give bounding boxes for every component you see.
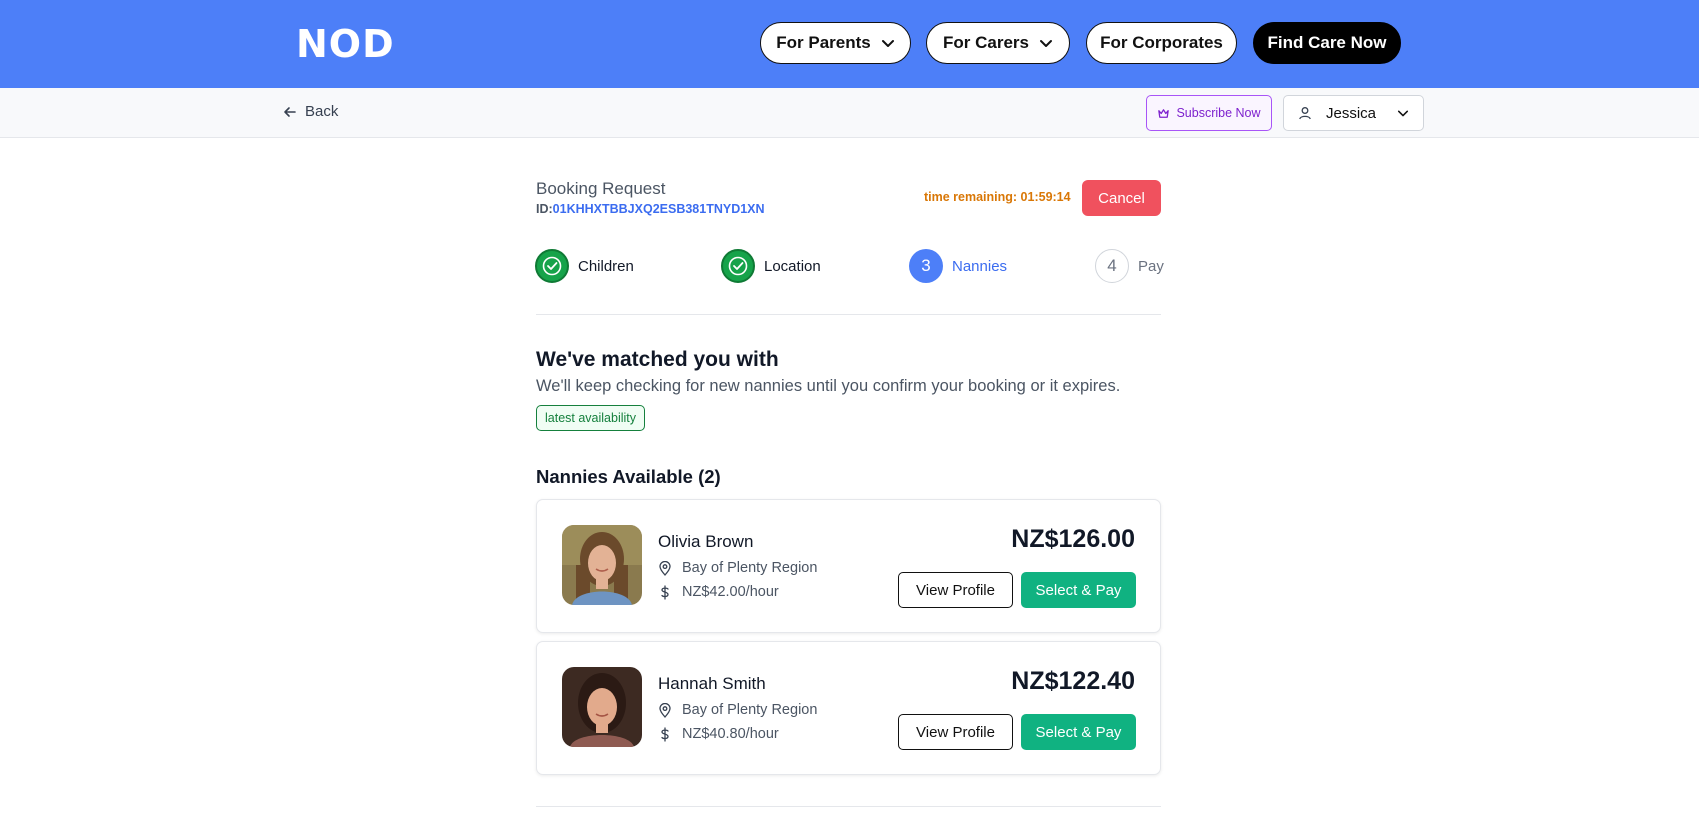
- nanny-region: Bay of Plenty Region: [658, 702, 817, 718]
- matched-subtext: We'll keep checking for new nannies unti…: [536, 377, 1121, 395]
- booking-id-prefix: ID:: [536, 202, 553, 216]
- user-menu-dropdown[interactable]: Jessica: [1283, 95, 1424, 131]
- nanny-name: Hannah Smith: [658, 674, 766, 693]
- cancel-button[interactable]: Cancel: [1082, 180, 1161, 216]
- nanny-name: Olivia Brown: [658, 532, 754, 551]
- latest-availability-badge: latest availability: [536, 405, 646, 431]
- nanny-rate-label: NZ$42.00/hour: [682, 584, 779, 600]
- divider: [536, 314, 1161, 315]
- divider: [536, 806, 1161, 807]
- nanny-region-label: Bay of Plenty Region: [682, 560, 818, 576]
- nav-for-carers-button[interactable]: For Carers: [926, 22, 1070, 64]
- view-profile-button[interactable]: View Profile: [898, 572, 1013, 608]
- user-icon: [1299, 107, 1311, 120]
- find-care-now-label: Find Care Now: [1267, 33, 1387, 52]
- matched-heading: We've matched you with: [536, 348, 779, 371]
- view-profile-button[interactable]: View Profile: [898, 714, 1013, 750]
- step-number: 3: [909, 249, 943, 283]
- back-label: Back: [305, 103, 339, 120]
- nannies-available-heading: Nannies Available (2): [536, 466, 721, 487]
- nav-for-carers-label: For Carers: [943, 33, 1029, 52]
- nanny-total-price: NZ$122.40: [1011, 667, 1135, 695]
- nanny-rate: NZ$40.80/hour: [658, 726, 779, 742]
- user-name: Jessica: [1326, 104, 1377, 122]
- nav-for-parents-button[interactable]: For Parents: [760, 22, 911, 64]
- step-pay: 4 Pay: [1095, 249, 1164, 283]
- dollar-icon: [661, 584, 669, 600]
- step-label: Pay: [1138, 257, 1164, 275]
- nanny-card: Olivia Brown Bay of Plenty Region NZ$42.…: [536, 499, 1161, 633]
- nanny-photo: [562, 667, 642, 747]
- sub-navigation-bar: Back Subscribe Now Jessica: [0, 88, 1699, 138]
- nanny-rate: NZ$42.00/hour: [658, 584, 779, 600]
- step-location: Location: [721, 249, 821, 283]
- chevron-down-icon: [1397, 110, 1409, 117]
- arrow-left-icon: [284, 106, 296, 117]
- nanny-rate-label: NZ$40.80/hour: [682, 726, 779, 742]
- booking-request-title: Booking Request: [536, 179, 666, 198]
- step-label: Location: [764, 257, 821, 275]
- find-care-now-button[interactable]: Find Care Now: [1253, 22, 1401, 64]
- booking-id-value: 01KHHXTBBJXQ2ESB381TNYD1XN: [552, 202, 765, 216]
- top-header: NOD For Parents For Carers For Corporate…: [0, 0, 1699, 88]
- nanny-region-label: Bay of Plenty Region: [682, 702, 818, 718]
- step-nannies: 3 Nannies: [909, 249, 1007, 283]
- step-number: 4: [1095, 249, 1129, 283]
- step-label: Nannies: [952, 257, 1008, 275]
- nod-logo[interactable]: NOD: [296, 22, 395, 66]
- crown-icon: [1158, 108, 1170, 118]
- chevron-down-icon: [881, 40, 894, 47]
- select-and-pay-button[interactable]: Select & Pay: [1021, 714, 1136, 750]
- nanny-total-price: NZ$126.00: [1011, 525, 1135, 553]
- booking-id: ID:01KHHXTBBJXQ2ESB381TNYD1XN: [536, 202, 765, 216]
- nanny-region: Bay of Plenty Region: [658, 560, 817, 576]
- chevron-down-icon: [1039, 40, 1052, 47]
- nav-for-parents-label: For Parents: [776, 33, 871, 52]
- check-circle-icon: [535, 249, 569, 283]
- map-pin-icon: [659, 560, 671, 576]
- nav-for-corporates-button[interactable]: For Corporates: [1086, 22, 1237, 64]
- map-pin-icon: [659, 702, 671, 718]
- nanny-photo: [562, 525, 642, 605]
- dollar-icon: [661, 726, 669, 742]
- subscribe-now-button[interactable]: Subscribe Now: [1146, 95, 1272, 131]
- time-remaining: time remaining: 01:59:14: [924, 190, 1071, 204]
- back-link[interactable]: Back: [283, 103, 338, 120]
- step-label: Children: [578, 257, 634, 275]
- nav-for-corporates-label: For Corporates: [1100, 33, 1223, 52]
- nanny-card: Hannah Smith Bay of Plenty Region NZ$40.…: [536, 641, 1161, 775]
- step-children: Children: [535, 249, 634, 283]
- select-and-pay-button[interactable]: Select & Pay: [1021, 572, 1136, 608]
- subscribe-now-label: Subscribe Now: [1176, 106, 1261, 120]
- check-circle-icon: [721, 249, 755, 283]
